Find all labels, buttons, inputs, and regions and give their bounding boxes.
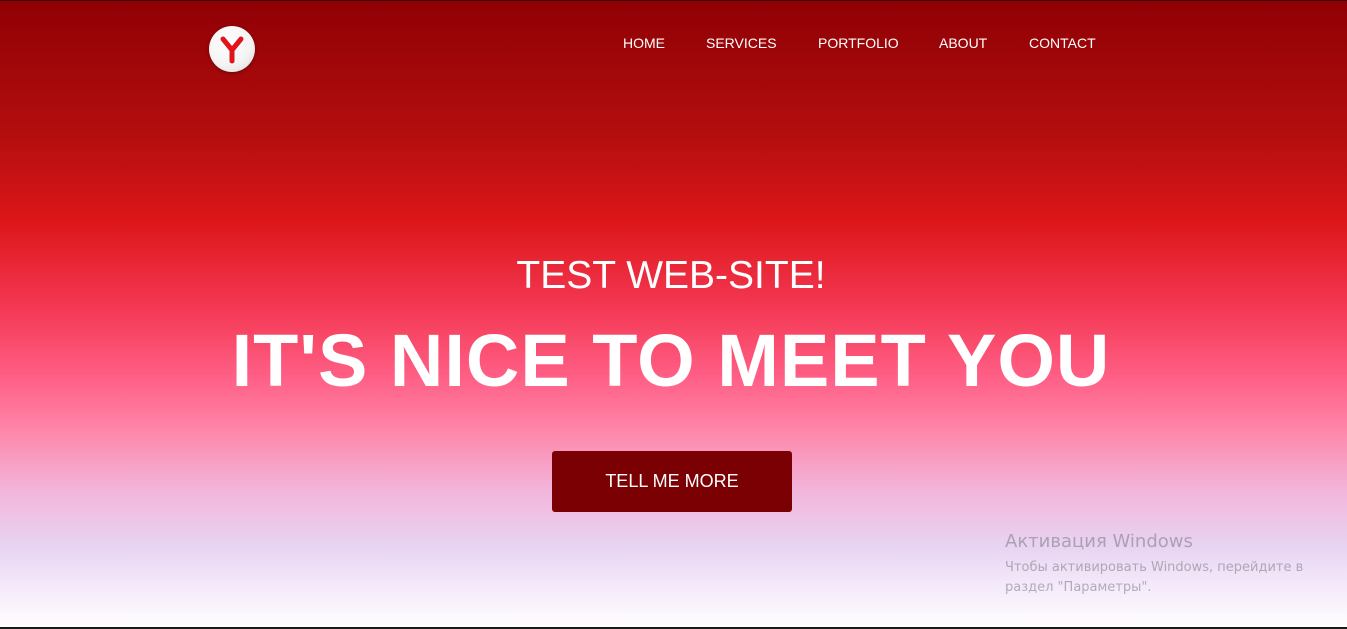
- watermark-title: Активация Windows: [1005, 531, 1193, 552]
- hero-subtitle: TEST WEB-SITE!: [516, 254, 826, 297]
- hero-section: HOME SERVICES PORTFOLIO ABOUT CONTACT TE…: [0, 0, 1347, 629]
- nav-home-link[interactable]: HOME: [623, 35, 665, 51]
- nav-portfolio-link[interactable]: PORTFOLIO: [818, 35, 899, 51]
- tell-me-more-button[interactable]: TELL ME MORE: [552, 451, 792, 512]
- nav-about-link[interactable]: ABOUT: [939, 35, 987, 51]
- windows-activation-watermark: Активация Windows Чтобы активировать Win…: [1005, 531, 1303, 598]
- hero-headline: IT'S NICE TO MEET YOU: [231, 319, 1111, 402]
- nav-contact-link[interactable]: CONTACT: [1029, 35, 1096, 51]
- nav-services-link[interactable]: SERVICES: [706, 35, 777, 51]
- top-border: [0, 0, 1347, 1]
- yandex-browser-logo-icon[interactable]: [209, 26, 255, 72]
- watermark-line-1: Чтобы активировать Windows, перейдите в: [1005, 560, 1304, 575]
- watermark-line-2: раздел "Параметры".: [1005, 580, 1152, 595]
